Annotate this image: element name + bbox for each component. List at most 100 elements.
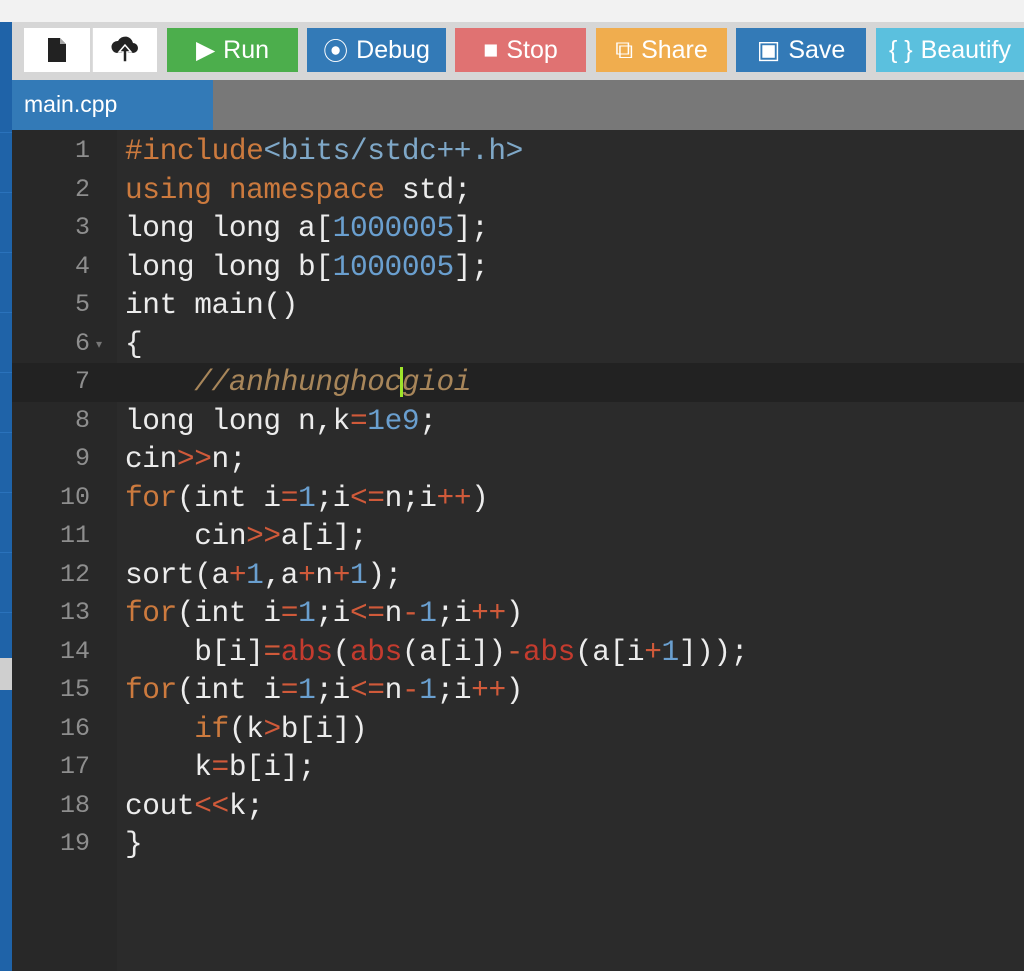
line-number: 3 [74, 213, 90, 242]
share-button[interactable]: ⧉ Share [596, 28, 727, 72]
code-token: abs [349, 634, 402, 669]
code-token: = [280, 596, 299, 630]
code-token: for [125, 596, 177, 630]
code-token: 1 [298, 480, 316, 515]
code-token: - [401, 673, 420, 707]
code-token: 1e9 [367, 403, 420, 438]
code-token: <= [349, 596, 385, 630]
debug-button[interactable]: ⦿ Debug [307, 28, 446, 72]
code-token: cin [125, 519, 247, 553]
tab-main-cpp[interactable]: main.cpp [12, 80, 213, 130]
code-text: long long a[1000005]; [125, 209, 489, 248]
code-token: ++ [436, 480, 472, 515]
code-token: int main() [125, 288, 299, 322]
code-line: 17 k=b[i]; [12, 748, 1024, 787]
code-token: > [263, 711, 281, 746]
line-number: 1 [74, 136, 90, 165]
code-editor[interactable]: 1 #include<bits/stdc++.h> 2 using namespace… [12, 130, 1024, 971]
code-line: 19} [12, 825, 1024, 864]
code-token: << [194, 788, 229, 823]
debug-icon: ⦿ [323, 38, 349, 66]
code-token: ;i [436, 673, 472, 707]
code-token: ;i [315, 673, 350, 707]
code-token: = [349, 403, 368, 438]
line-number: 10 [59, 482, 90, 512]
beautify-button[interactable]: { } Beautify [876, 28, 1024, 72]
code-token: + [332, 557, 351, 592]
code-token: b[i]; [228, 750, 316, 784]
code-text: cout<<k; [125, 787, 264, 826]
line-number: 13 [59, 598, 90, 627]
code-line: 18 cout<<k; [12, 787, 1024, 826]
stop-button[interactable]: ■ Stop [455, 28, 586, 72]
code-text: for(int i=1;i<=n;i++) [125, 479, 489, 518]
code-token: cout [125, 788, 195, 823]
code-line: 1 #include<bits/stdc++.h> [12, 132, 1024, 171]
code-token: { [125, 326, 143, 361]
code-token: + [228, 557, 247, 592]
code-token: - [401, 596, 420, 630]
line-number: 19 [59, 829, 90, 858]
run-button[interactable]: ▶ Run [167, 28, 298, 72]
code-text: for(int i=1;i<=n-1;i++) [125, 671, 523, 710]
braces-icon: { } [889, 35, 913, 64]
code-token: - [505, 634, 524, 669]
code-token: ]; [453, 211, 489, 245]
code-line: 2 using namespace std; [12, 171, 1024, 210]
line-number: 18 [59, 790, 90, 820]
code-token: ) [471, 480, 489, 515]
code-token: (k [228, 711, 264, 746]
cloud-upload-icon [111, 36, 138, 63]
code-token: sort(a [125, 557, 229, 592]
code-token: ) [505, 673, 524, 707]
code-text: } [125, 825, 143, 864]
code-token: >> [246, 519, 281, 553]
line-number: 9 [74, 444, 90, 473]
code-token: ( [332, 634, 351, 669]
code-token: ])); [678, 634, 749, 669]
code-token: <= [349, 480, 385, 515]
line-number: 8 [74, 405, 90, 435]
code-token: + [298, 557, 316, 592]
code-text: b[i]=abs(abs(a[i])-abs(a[i+1])); [125, 633, 748, 672]
line-number: 15 [59, 675, 90, 704]
line-number: 7 [74, 367, 90, 396]
code-line: 5 int main() [12, 286, 1024, 325]
code-line: 9 cin>>n; [12, 440, 1024, 479]
code-token: 1000005 [332, 249, 455, 284]
code-token: = [211, 750, 230, 784]
code-token: = [263, 634, 281, 669]
code-token: k; [228, 788, 264, 823]
code-line: 4 long long b[1000005]; [12, 248, 1024, 287]
code-token: a[i]; [280, 519, 368, 553]
code-token: ++ [471, 596, 506, 630]
code-token: (a[i]) [401, 634, 506, 669]
save-button[interactable]: ▣ Save [736, 28, 866, 72]
code-token: long long n,k [125, 403, 350, 438]
code-token: ;i [436, 596, 472, 630]
fold-arrow-icon[interactable]: ▾ [96, 325, 102, 364]
code-token: long long a[ [125, 211, 333, 245]
code-token: b[i] [125, 634, 264, 669]
code-token: 1 [350, 557, 368, 592]
code-line: 11 cin>>a[i]; [12, 517, 1024, 556]
code-text: #include<bits/stdc++.h> [125, 132, 523, 171]
upload-button[interactable] [92, 28, 157, 72]
line-number: 5 [74, 290, 90, 319]
code-token: n; [211, 442, 247, 476]
code-line: 7 //anhhunghocgioi [12, 363, 1024, 402]
code-token: (int i [176, 673, 281, 707]
code-token: + [644, 634, 662, 669]
code-token: ++ [471, 673, 506, 707]
code-token: ); [367, 557, 402, 592]
code-token: ; [419, 403, 437, 438]
code-token: abs [523, 634, 575, 669]
code-line: 12 sort(a+1,a+n+1); [12, 556, 1024, 595]
code-token: abs [280, 634, 333, 669]
left-panel-edge [0, 22, 12, 971]
code-line: 14 b[i]=abs(abs(a[i])-abs(a[i+1])); [12, 633, 1024, 672]
new-file-button[interactable] [24, 28, 90, 72]
code-token: cin [125, 442, 177, 476]
code-token: <= [349, 673, 385, 707]
